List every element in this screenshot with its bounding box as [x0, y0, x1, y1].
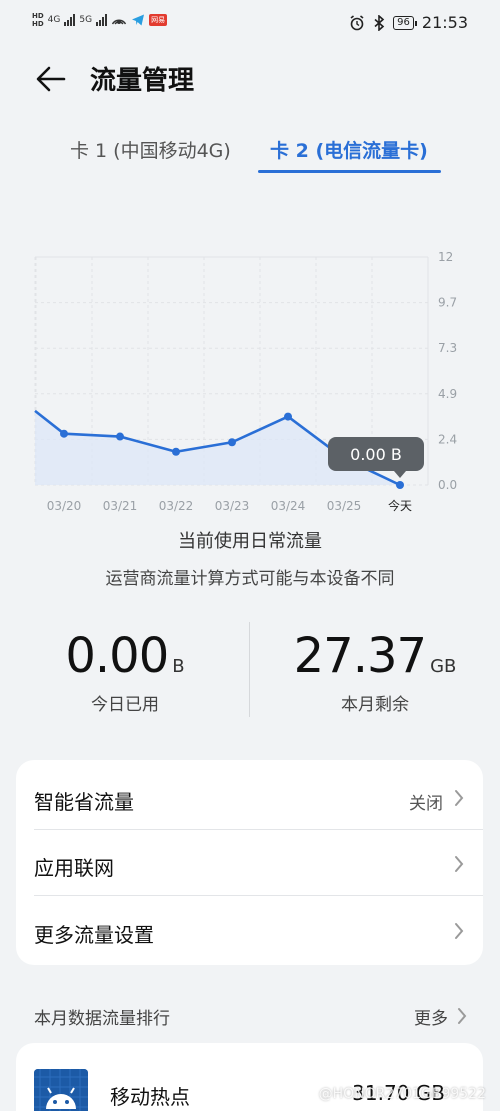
data-point	[228, 438, 236, 447]
y-tick-label: 7.3	[438, 341, 457, 355]
tooltip-pointer	[394, 471, 406, 478]
y-tick-label: 2.4	[438, 432, 457, 446]
chevron-right-icon	[455, 923, 464, 939]
data-point	[396, 481, 404, 489]
x-tick-label: 今天	[388, 498, 412, 513]
month-remaining-value: 27.37	[293, 628, 427, 684]
app-networking-label: 应用联网	[34, 856, 114, 880]
chevron-right-icon[interactable]	[456, 1006, 468, 1026]
y-tick-label: 9.7	[438, 296, 457, 310]
alarm-icon	[350, 14, 364, 30]
clock: 21:53	[421, 13, 468, 32]
hd-icon: HD HD	[32, 12, 44, 28]
status-icons-right: 96 21:53	[349, 13, 468, 32]
signal-1-icon	[64, 14, 76, 26]
bluetooth-icon	[374, 14, 385, 31]
x-tick-label: 03/23	[215, 499, 250, 513]
more-settings-label: 更多流量设置	[34, 923, 154, 947]
chevron-right-icon	[455, 790, 464, 806]
settings-card: 智能省流量 关闭 应用联网 更多流量设置	[16, 760, 483, 965]
data-point	[60, 429, 68, 438]
chevron-right-icon	[455, 856, 464, 872]
x-tick-label: 03/24	[271, 499, 306, 513]
smart-saver-value: 关闭	[409, 794, 443, 814]
y-tick-label: 0.0	[438, 478, 457, 492]
x-tick-label: 03/22	[159, 499, 194, 513]
month-remaining: 27.37 GB 本月剩余	[250, 628, 500, 715]
data-point	[284, 412, 292, 421]
x-tick-label: 03/21	[103, 499, 138, 513]
battery-icon: 96	[393, 15, 417, 30]
page-title: 流量管理	[90, 66, 195, 96]
app-badge: 网易	[149, 14, 168, 26]
ranking-app-name: 移动热点	[110, 1085, 190, 1109]
x-tick-label: 03/20	[47, 499, 82, 513]
ranking-more-link[interactable]: 更多	[414, 1004, 448, 1029]
network-2-label: 5G	[79, 15, 93, 25]
usage-chart: 12 9.7 7.3 4.9 2.4 0.0 03/20 03/21 03/22 03/23 03/…	[34, 250, 457, 513]
row-divider	[34, 895, 483, 896]
carrier-note: 运营商流量计算方式可能与本设备不同	[105, 569, 395, 589]
month-remaining-label: 本月剩余	[341, 695, 409, 715]
status-bar: HD HD 4G 5G 网易 96 21:53	[0, 0, 500, 46]
signal-2-icon	[96, 14, 108, 26]
hotspot-icon	[111, 19, 127, 25]
active-tab-indicator	[258, 170, 441, 173]
back-arrow-icon[interactable]	[34, 62, 68, 96]
network-1-label: 4G	[47, 15, 61, 25]
x-tick-label: 03/25	[327, 499, 362, 513]
y-tick-label: 4.9	[438, 387, 457, 401]
smart-saver-row[interactable]: 智能省流量 关闭	[16, 764, 483, 830]
app-networking-row[interactable]: 应用联网	[16, 830, 483, 896]
watermark: @HONOR2701GB99522	[318, 1086, 486, 1102]
status-icons-left: HD HD 4G 5G 网易	[32, 12, 168, 28]
smart-saver-label: 智能省流量	[34, 790, 134, 814]
today-usage-unit: B	[172, 656, 185, 677]
month-remaining-unit: GB	[430, 656, 457, 677]
y-tick-label: 12	[438, 250, 453, 264]
data-point	[116, 432, 124, 441]
ranking-title: 本月数据流量排行	[34, 1009, 170, 1029]
tab-sim-1[interactable]: 卡 1 (中国移动4G)	[70, 136, 231, 163]
tooltip-text: 0.00 B	[350, 445, 402, 464]
today-usage-label: 今日已用	[91, 695, 159, 715]
telegram-icon	[132, 14, 145, 26]
tab-sim-2[interactable]: 卡 2 (电信流量卡)	[270, 136, 428, 163]
android-app-icon	[34, 1069, 88, 1111]
today-usage: 0.00 B 今日已用	[0, 628, 250, 715]
today-usage-value: 0.00	[65, 628, 169, 684]
data-point	[172, 447, 180, 456]
chart-caption: 当前使用日常流量	[178, 531, 322, 552]
more-settings-row[interactable]: 更多流量设置	[16, 897, 483, 963]
